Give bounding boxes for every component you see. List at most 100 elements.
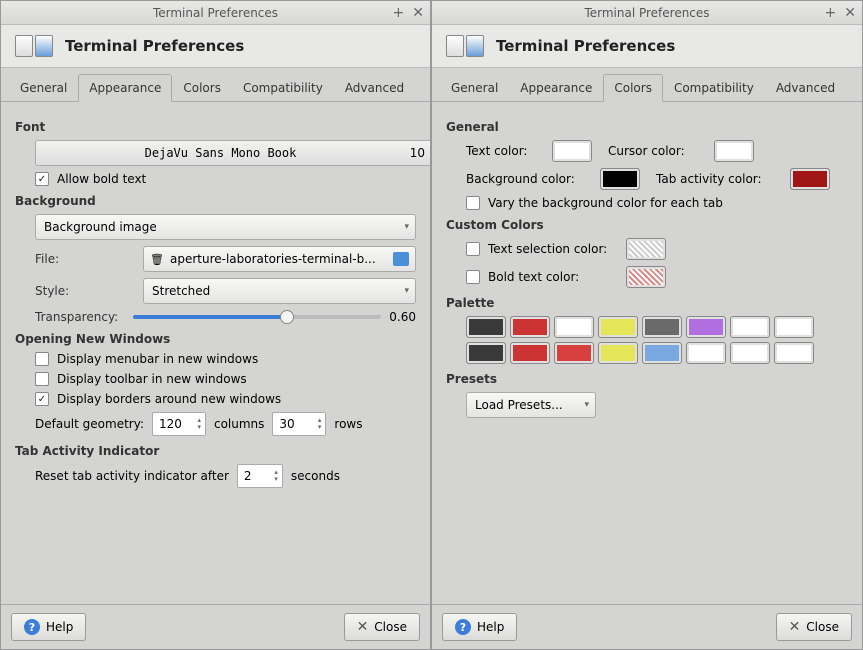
text-selection-swatch[interactable]	[626, 238, 666, 260]
vary-bg-label: Vary the background color for each tab	[488, 196, 723, 210]
borders-checkbox[interactable]	[35, 392, 49, 406]
background-style-combo[interactable]: Stretched	[143, 278, 416, 304]
preferences-window-appearance: Terminal Preferences + ✕ Terminal Prefer…	[0, 0, 431, 650]
tab-activity-color-swatch[interactable]	[790, 168, 830, 190]
close-button[interactable]: ✕ Close	[344, 613, 420, 641]
folder-icon	[393, 252, 409, 266]
appearance-panel: Font DejaVu Sans Mono Book 10 Allow bold…	[1, 102, 430, 604]
reset-label-post: seconds	[291, 469, 340, 483]
load-presets-combo[interactable]: Load Presets...	[466, 392, 596, 418]
palette-swatch-8[interactable]	[466, 342, 506, 364]
menubar-label: Display menubar in new windows	[57, 352, 258, 366]
toolbar-checkbox[interactable]	[35, 372, 49, 386]
help-button[interactable]: ? Help	[442, 613, 517, 641]
palette-swatch-14[interactable]	[730, 342, 770, 364]
window-title: Terminal Preferences	[584, 6, 709, 20]
footer: ? Help ✕ Close	[432, 604, 862, 649]
text-color-label: Text color:	[466, 144, 536, 158]
close-button[interactable]: ✕ Close	[776, 613, 852, 641]
palette-swatch-9[interactable]	[510, 342, 550, 364]
preferences-window-colors: Terminal Preferences + ✕ Terminal Prefer…	[431, 0, 863, 650]
general-section-title: General	[446, 120, 848, 134]
toolbar-label: Display toolbar in new windows	[57, 372, 247, 386]
maximize-icon[interactable]: +	[393, 6, 405, 20]
help-icon: ?	[24, 619, 40, 635]
titlebar[interactable]: Terminal Preferences + ✕	[432, 1, 862, 25]
header: Terminal Preferences	[1, 25, 430, 68]
tab-advanced[interactable]: Advanced	[765, 74, 846, 101]
transparency-label: Transparency:	[35, 310, 125, 324]
header: Terminal Preferences	[432, 25, 862, 68]
reset-seconds-spin[interactable]: 2	[237, 464, 283, 488]
close-icon: ✕	[789, 619, 801, 635]
palette-swatch-15[interactable]	[774, 342, 814, 364]
bg-color-swatch[interactable]	[600, 168, 640, 190]
allow-bold-label: Allow bold text	[57, 172, 146, 186]
vary-bg-checkbox[interactable]	[466, 196, 480, 210]
close-window-icon[interactable]: ✕	[412, 6, 424, 20]
tab-colors[interactable]: Colors	[172, 74, 232, 101]
tabs: General Appearance Colors Compatibility …	[432, 74, 862, 102]
palette-swatch-3[interactable]	[598, 316, 638, 338]
palette-swatch-2[interactable]	[554, 316, 594, 338]
header-title: Terminal Preferences	[65, 37, 244, 55]
palette-swatch-0[interactable]	[466, 316, 506, 338]
reset-label-pre: Reset tab activity indicator after	[35, 469, 229, 483]
tab-appearance[interactable]: Appearance	[78, 74, 172, 102]
palette-swatch-11[interactable]	[598, 342, 638, 364]
cursor-color-swatch[interactable]	[714, 140, 754, 162]
maximize-icon[interactable]: +	[825, 6, 837, 20]
font-chooser-button[interactable]: DejaVu Sans Mono Book 10	[35, 140, 430, 166]
palette-swatch-5[interactable]	[686, 316, 726, 338]
bold-text-swatch[interactable]	[626, 266, 666, 288]
tab-activity-section-title: Tab Activity Indicator	[15, 444, 416, 458]
text-selection-label: Text selection color:	[488, 242, 618, 256]
text-selection-checkbox[interactable]	[466, 242, 480, 256]
palette-swatch-12[interactable]	[642, 342, 682, 364]
cursor-color-label: Cursor color:	[608, 144, 698, 158]
help-button[interactable]: ? Help	[11, 613, 86, 641]
tab-advanced[interactable]: Advanced	[334, 74, 415, 101]
file-label: File:	[35, 252, 135, 266]
tab-general[interactable]: General	[440, 74, 509, 101]
palette-swatch-4[interactable]	[642, 316, 682, 338]
palette-swatch-1[interactable]	[510, 316, 550, 338]
palette-swatch-10[interactable]	[554, 342, 594, 364]
tabs: General Appearance Colors Compatibility …	[1, 74, 430, 102]
tab-colors[interactable]: Colors	[603, 74, 663, 102]
presets-section-title: Presets	[446, 372, 848, 386]
titlebar[interactable]: Terminal Preferences + ✕	[1, 1, 430, 25]
palette-swatch-6[interactable]	[730, 316, 770, 338]
text-color-swatch[interactable]	[552, 140, 592, 162]
background-file-chooser[interactable]: 🗑 aperture-laboratories-terminal-b...	[143, 246, 416, 272]
close-window-icon[interactable]: ✕	[844, 6, 856, 20]
terminal-prefs-icon	[446, 35, 484, 57]
tab-appearance[interactable]: Appearance	[509, 74, 603, 101]
background-mode-combo[interactable]: Background image	[35, 214, 416, 240]
rows-unit: rows	[334, 417, 362, 431]
borders-label: Display borders around new windows	[57, 392, 281, 406]
background-file-name: aperture-laboratories-terminal-b...	[170, 252, 387, 266]
tab-compatibility[interactable]: Compatibility	[663, 74, 765, 101]
transparency-slider[interactable]	[133, 315, 381, 319]
terminal-prefs-icon	[15, 35, 53, 57]
transparency-value: 0.60	[389, 310, 416, 324]
colors-panel: General Text color: Cursor color: Backgr…	[432, 102, 862, 604]
font-section-title: Font	[15, 120, 416, 134]
bold-text-checkbox[interactable]	[466, 270, 480, 284]
palette-swatch-13[interactable]	[686, 342, 726, 364]
font-name: DejaVu Sans Mono Book	[46, 146, 395, 160]
columns-spin[interactable]: 120	[152, 412, 206, 436]
palette-swatch-7[interactable]	[774, 316, 814, 338]
style-label: Style:	[35, 284, 135, 298]
rows-spin[interactable]: 30	[272, 412, 326, 436]
allow-bold-checkbox[interactable]	[35, 172, 49, 186]
custom-colors-section-title: Custom Colors	[446, 218, 848, 232]
tab-compatibility[interactable]: Compatibility	[232, 74, 334, 101]
menubar-checkbox[interactable]	[35, 352, 49, 366]
geometry-label: Default geometry:	[35, 417, 144, 431]
window-title: Terminal Preferences	[153, 6, 278, 20]
tab-general[interactable]: General	[9, 74, 78, 101]
close-icon: ✕	[357, 619, 369, 635]
tab-activity-color-label: Tab activity color:	[656, 172, 774, 186]
